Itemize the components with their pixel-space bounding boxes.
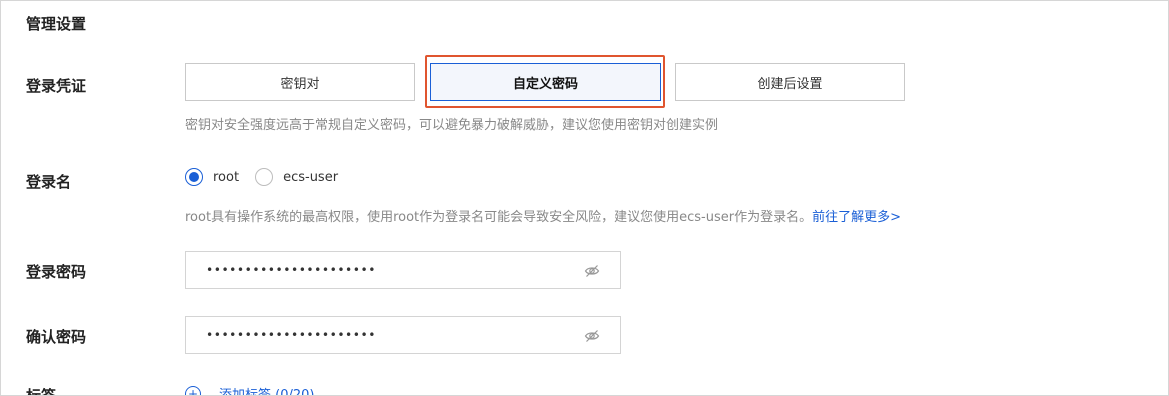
- section-title: 管理设置: [26, 15, 87, 33]
- learn-more-link[interactable]: 前往了解更多>: [812, 210, 901, 225]
- login-name-label: 登录名: [26, 173, 72, 191]
- add-tag-row[interactable]: + 添加标签 (0/20): [185, 384, 314, 395]
- credential-option-keypair[interactable]: 密钥对: [185, 63, 415, 101]
- login-name-hint: root具有操作系统的最高权限，使用root作为登录名可能会导致安全风险，建议您…: [185, 210, 813, 225]
- login-name-radio-group: root ecs-user: [185, 168, 354, 186]
- confirm-password-label: 确认密码: [26, 328, 87, 346]
- radio-ecs-user[interactable]: [255, 168, 274, 186]
- confirm-password-input[interactable]: ••••••••••••••••••••••: [185, 316, 621, 354]
- eye-off-icon[interactable]: [584, 263, 600, 279]
- credential-option-custom-password[interactable]: 自定义密码: [430, 63, 661, 101]
- login-name-hint-row: root具有操作系统的最高权限，使用root作为登录名可能会导致安全风险，建议您…: [185, 206, 901, 225]
- confirm-password-value: ••••••••••••••••••••••: [206, 328, 376, 342]
- eye-off-icon[interactable]: [584, 328, 600, 344]
- radio-ecs-user-label[interactable]: ecs-user: [283, 170, 338, 185]
- password-input[interactable]: ••••••••••••••••••••••: [185, 251, 621, 289]
- add-tag-link[interactable]: 添加标签 (0/20): [219, 384, 314, 395]
- credential-label: 登录凭证: [26, 77, 87, 95]
- tags-label: 标签: [26, 387, 57, 396]
- radio-root[interactable]: [185, 168, 203, 186]
- password-label: 登录密码: [26, 263, 87, 281]
- password-value: ••••••••••••••••••••••: [206, 263, 376, 277]
- management-settings-panel: 管理设置 登录凭证 密钥对 自定义密码 创建后设置 密钥对安全强度远高于常规自定…: [0, 0, 1169, 396]
- credential-hint: 密钥对安全强度远高于常规自定义密码，可以避免暴力破解威胁，建议您使用密钥对创建实…: [185, 118, 719, 133]
- radio-root-label[interactable]: root: [213, 170, 239, 185]
- credential-option-set-later[interactable]: 创建后设置: [675, 63, 905, 101]
- plus-icon[interactable]: +: [185, 385, 201, 395]
